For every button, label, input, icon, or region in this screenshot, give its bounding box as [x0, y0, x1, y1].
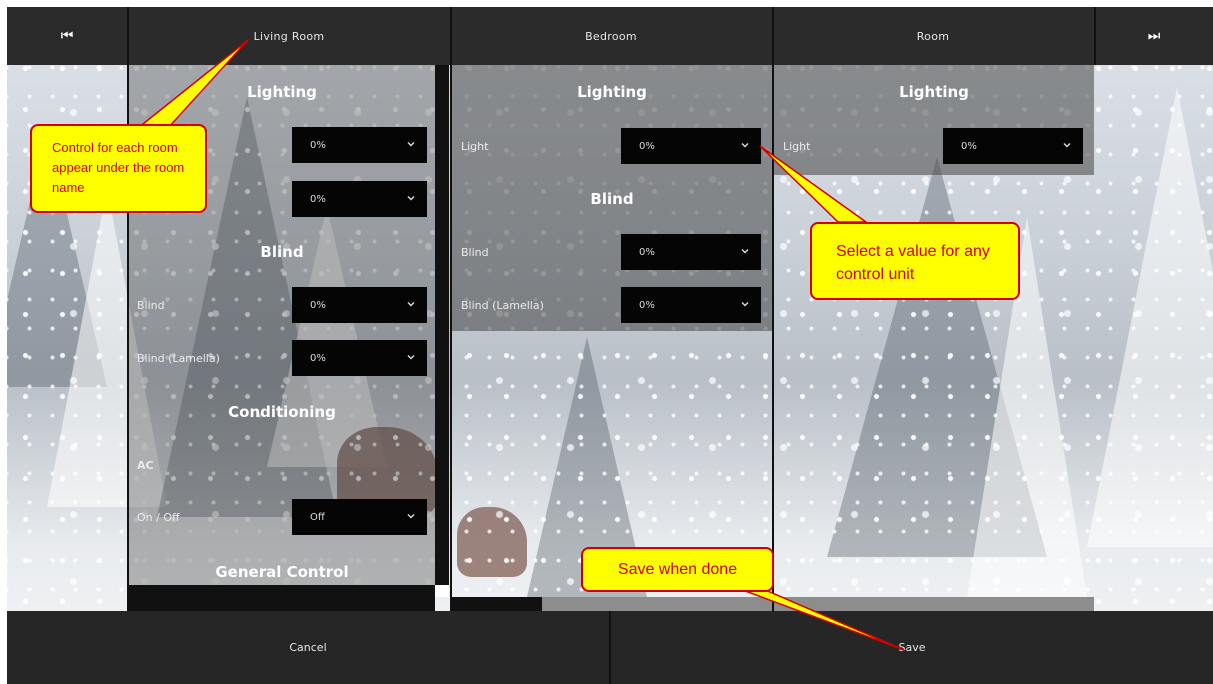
previous-rooms-button[interactable]: ⏮: [7, 7, 127, 65]
room-name-room: Room: [916, 29, 950, 43]
skip-previous-icon: ⏮: [60, 28, 74, 44]
room-hscrollbar[interactable]: [774, 597, 1094, 611]
chevron-down-icon: [741, 143, 749, 148]
chevron-down-icon: [407, 355, 415, 360]
save-button[interactable]: Save: [611, 611, 1213, 684]
section-title-conditioning: Conditioning: [228, 403, 336, 421]
bedroom-blind-dropdown[interactable]: 0%: [621, 234, 761, 270]
room-name-living-room: Living Room: [253, 29, 325, 43]
scrollbar-thumb[interactable]: [452, 597, 542, 611]
chevron-down-icon: [407, 302, 415, 307]
chevron-down-icon: [1063, 143, 1071, 148]
bedroom-light-dropdown[interactable]: 0%: [621, 128, 761, 164]
control-label-blind: Blind: [137, 299, 165, 312]
blind-dropdown[interactable]: 0%: [292, 287, 427, 323]
control-label-blind-lamella: Blind (Lamella): [461, 299, 544, 312]
cancel-button[interactable]: Cancel: [7, 611, 609, 684]
room-panel: Lighting Light 0%: [774, 65, 1094, 175]
section-title-lighting: Lighting: [577, 83, 647, 101]
living-room-scrollbar-corner: [435, 585, 449, 597]
section-title-general-control: General Control: [215, 563, 349, 581]
section-title-blind: Blind: [590, 190, 634, 208]
blind-lamella-dropdown[interactable]: 0%: [292, 340, 427, 376]
skip-next-icon: ⏭: [1147, 28, 1161, 44]
column-divider: [1094, 7, 1096, 65]
lighting-dropdown-1[interactable]: 0%: [292, 127, 427, 163]
chevron-down-icon: [407, 142, 415, 147]
next-rooms-button[interactable]: ⏭: [1095, 7, 1213, 65]
living-room-hscrollbar[interactable]: [129, 585, 435, 611]
control-label-blind-lamella: Blind (Lamella): [137, 352, 220, 365]
callout-select-value: Select a value for any control unit: [810, 222, 1020, 300]
chevron-down-icon: [741, 302, 749, 307]
ac-on-off-dropdown[interactable]: Off: [292, 499, 427, 535]
control-label-light: Light: [461, 140, 489, 153]
room-name-bedroom: Bedroom: [585, 29, 637, 43]
control-label-light: Light: [783, 140, 811, 153]
room-light-dropdown[interactable]: 0%: [943, 128, 1083, 164]
room-header-bar: ⏮ Living Room Bedroom Room ⏭: [7, 7, 1213, 65]
action-bar: Cancel Save: [7, 611, 1213, 684]
lighting-dropdown-2[interactable]: 0%: [292, 181, 427, 217]
section-title-blind: Blind: [260, 243, 304, 261]
chevron-down-icon: [407, 514, 415, 519]
control-label-blind: Blind: [461, 246, 489, 259]
bedroom-panel: Lighting Light 0% Blind Blind 0% Blind (…: [452, 65, 772, 331]
bedroom-blind-lamella-dropdown[interactable]: 0%: [621, 287, 761, 323]
control-label-on-off: On / Off: [137, 511, 180, 524]
section-title-lighting: Lighting: [247, 83, 317, 101]
callout-save-done: Save when done: [581, 547, 774, 592]
bedroom-hscrollbar[interactable]: [452, 597, 772, 611]
control-label-ac: AC: [137, 459, 154, 472]
section-title-lighting: Lighting: [899, 83, 969, 101]
chevron-down-icon: [741, 249, 749, 254]
chevron-down-icon: [407, 196, 415, 201]
callout-room-controls: Control for each room appear under the r…: [30, 124, 207, 213]
living-room-scrollbar[interactable]: [435, 65, 449, 585]
